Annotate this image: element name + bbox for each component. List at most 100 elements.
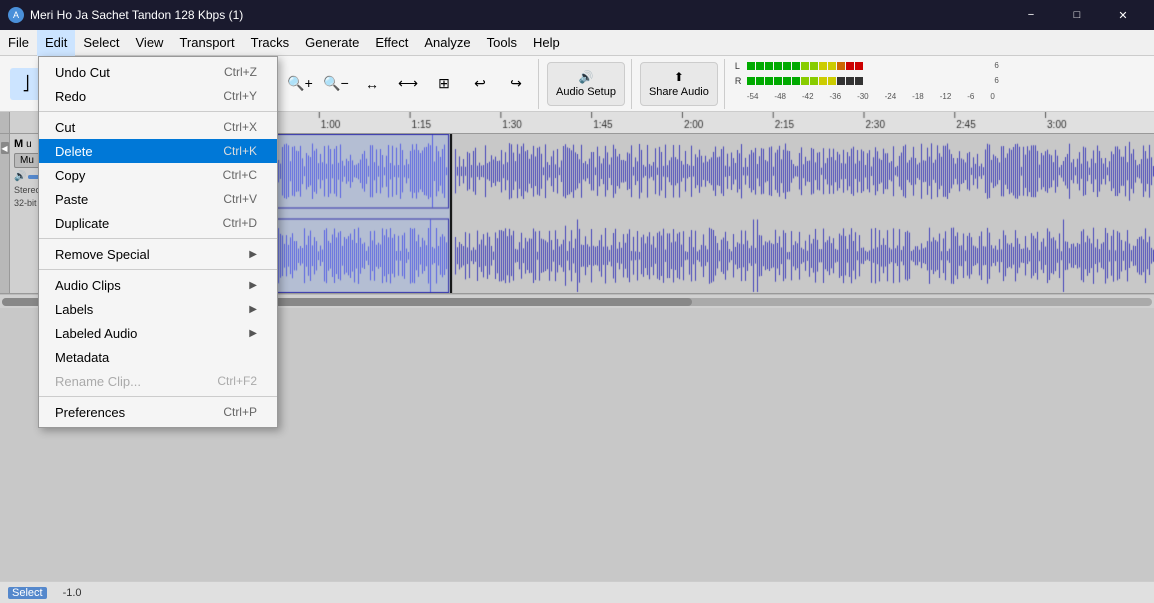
labels-label: Labels <box>55 302 93 317</box>
menu-cut[interactable]: Cut Ctrl+X <box>39 115 277 139</box>
vu-scale-18: -18 <box>912 92 924 101</box>
audio-setup-group: 🔊 Audio Setup <box>541 59 632 109</box>
vu-r-label: R <box>735 76 745 86</box>
rename-clip-shortcut: Ctrl+F2 <box>217 374 257 388</box>
audio-setup-label: Audio Setup <box>556 86 616 98</box>
menu-undo-cut[interactable]: Undo Cut Ctrl+Z <box>39 60 277 84</box>
undo-btn[interactable]: ↩ <box>464 68 496 100</box>
vu-scale-36: -36 <box>830 92 842 101</box>
preferences-label: Preferences <box>55 405 125 420</box>
redo-label: Redo <box>55 89 86 104</box>
menu-edit[interactable]: Edit <box>37 30 75 56</box>
menu-remove-special[interactable]: Remove Special ▶ <box>39 242 277 266</box>
menu-metadata[interactable]: Metadata <box>39 345 277 369</box>
vu-scale-48: -48 <box>774 92 786 101</box>
vu-scale-54: -54 <box>747 92 759 101</box>
delete-shortcut: Ctrl+K <box>223 144 257 158</box>
audio-clips-label: Audio Clips <box>55 278 121 293</box>
menu-labels[interactable]: Labels ▶ <box>39 297 277 321</box>
zoom-group: 🔍+ 🔍− ↔ ⟷ ⊞ ↩ ↪ <box>278 59 539 109</box>
mute-btn[interactable]: Mu <box>14 153 40 168</box>
maximize-button[interactable]: □ <box>1054 0 1100 30</box>
position-label: -1.0 <box>63 587 82 599</box>
vu-scale-12: -12 <box>940 92 952 101</box>
undo-cut-shortcut: Ctrl+Z <box>224 65 257 79</box>
vu-scale-0: 0 <box>990 92 994 101</box>
status-position: -1.0 <box>63 587 82 599</box>
menu-paste[interactable]: Paste Ctrl+V <box>39 187 277 211</box>
labeled-audio-arrow: ▶ <box>249 328 257 339</box>
copy-label: Copy <box>55 168 85 183</box>
vu-meter-group: L 6 R <box>727 59 1007 109</box>
preferences-shortcut: Ctrl+P <box>223 405 257 419</box>
menu-file[interactable]: File <box>0 30 37 56</box>
share-audio-btn[interactable]: ⬆ Share Audio <box>640 62 718 106</box>
labeled-audio-label: Labeled Audio <box>55 326 137 341</box>
separator-2 <box>39 238 277 239</box>
vu-scale-6: -6 <box>967 92 974 101</box>
metadata-label: Metadata <box>55 350 109 365</box>
menu-tools[interactable]: Tools <box>479 30 525 56</box>
separator-3 <box>39 269 277 270</box>
remove-special-arrow: ▶ <box>249 249 257 260</box>
undo-cut-label: Undo Cut <box>55 65 110 80</box>
vu-scale-30: -30 <box>857 92 869 101</box>
speaker-icon: 🔊 <box>578 70 593 84</box>
redo-btn[interactable]: ↪ <box>500 68 532 100</box>
menu-view[interactable]: View <box>128 30 172 56</box>
menu-labeled-audio[interactable]: Labeled Audio ▶ <box>39 321 277 345</box>
menu-copy[interactable]: Copy Ctrl+C <box>39 163 277 187</box>
timeline-left-spacer <box>0 112 10 133</box>
zoom-in-btn[interactable]: 🔍+ <box>284 68 316 100</box>
labels-arrow: ▶ <box>249 304 257 315</box>
vu-scale-24: -24 <box>885 92 897 101</box>
menu-redo[interactable]: Redo Ctrl+Y <box>39 84 277 108</box>
vu-l-peak: 6 <box>994 61 998 70</box>
audio-setup-btn[interactable]: 🔊 Audio Setup <box>547 62 625 106</box>
audio-clips-arrow: ▶ <box>249 280 257 291</box>
cut-label: Cut <box>55 120 75 135</box>
separator-1 <box>39 111 277 112</box>
minimize-button[interactable]: − <box>1008 0 1054 30</box>
tool-indicator: Select <box>8 587 47 599</box>
menu-analyze[interactable]: Analyze <box>416 30 478 56</box>
duplicate-shortcut: Ctrl+D <box>223 216 257 230</box>
menu-generate[interactable]: Generate <box>297 30 367 56</box>
menu-duplicate[interactable]: Duplicate Ctrl+D <box>39 211 277 235</box>
menu-select[interactable]: Select <box>75 30 127 56</box>
window-title: Meri Ho Ja Sachet Tandon 128 Kbps (1) <box>30 8 243 22</box>
menubar: File Edit Select View Transport Tracks G… <box>0 30 1154 56</box>
menu-preferences[interactable]: Preferences Ctrl+P <box>39 400 277 424</box>
vu-r-peak: 6 <box>994 76 998 85</box>
menu-effect[interactable]: Effect <box>367 30 416 56</box>
edit-menu-dropdown: Undo Cut Ctrl+Z Redo Ctrl+Y Cut Ctrl+X D… <box>38 56 278 428</box>
separator-4 <box>39 396 277 397</box>
paste-shortcut: Ctrl+V <box>223 192 257 206</box>
menu-transport[interactable]: Transport <box>171 30 242 56</box>
menu-tracks[interactable]: Tracks <box>243 30 298 56</box>
zoom-out-btn[interactable]: 🔍− <box>320 68 352 100</box>
vu-l-label: L <box>735 61 745 71</box>
remove-special-label: Remove Special <box>55 247 150 262</box>
fit-selection-btn[interactable]: ⟷ <box>392 68 424 100</box>
share-group: ⬆ Share Audio <box>634 59 725 109</box>
duplicate-label: Duplicate <box>55 216 109 231</box>
cut-shortcut: Ctrl+X <box>223 120 257 134</box>
menu-audio-clips[interactable]: Audio Clips ▶ <box>39 273 277 297</box>
close-button[interactable]: ✕ <box>1100 0 1146 30</box>
window-controls: − □ ✕ <box>1008 0 1146 30</box>
menu-rename-clip[interactable]: Rename Clip... Ctrl+F2 <box>39 369 277 393</box>
upload-icon: ⬆ <box>674 70 684 84</box>
zoom-toggle-btn[interactable]: ⊞ <box>428 68 460 100</box>
vu-scale-42: -42 <box>802 92 814 101</box>
menu-help[interactable]: Help <box>525 30 568 56</box>
delete-label: Delete <box>55 144 93 159</box>
collapse-sidebar-btn[interactable]: ◀ <box>1 142 9 154</box>
statusbar: Select -1.0 <box>0 581 1154 603</box>
track-name-label: M <box>14 138 23 150</box>
left-sidebar: ◀ <box>0 134 10 293</box>
app-icon: A <box>8 7 24 23</box>
fit-project-btn[interactable]: ↔ <box>356 68 388 100</box>
redo-shortcut: Ctrl+Y <box>223 89 257 103</box>
menu-delete[interactable]: Delete Ctrl+K <box>39 139 277 163</box>
